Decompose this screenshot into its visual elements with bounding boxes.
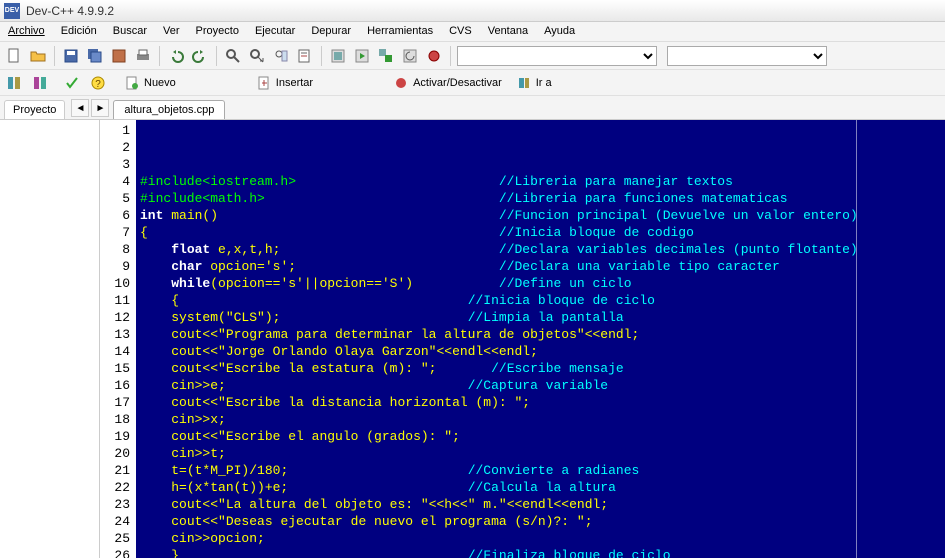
code-line[interactable]: cout<<"Jorge Orlando Olaya Garzon"<<endl… [136, 343, 945, 360]
code-line[interactable]: { //Inicia bloque de ciclo [136, 292, 945, 309]
nav-back-icon[interactable]: ◄ [71, 99, 89, 117]
menu-archivo[interactable]: Archivo [0, 22, 53, 41]
menu-herramientas[interactable]: Herramientas [359, 22, 441, 41]
menu-proyecto[interactable]: Proyecto [188, 22, 247, 41]
code-line[interactable]: cin>>t; [136, 445, 945, 462]
proyecto-tab[interactable]: Proyecto [4, 100, 65, 119]
app-icon: DEV [4, 3, 20, 19]
replace-icon[interactable] [247, 46, 267, 66]
ira-button[interactable]: Ir a [512, 75, 556, 91]
insertar-button[interactable]: Insertar [252, 75, 317, 91]
code-line[interactable]: cin>>x; [136, 411, 945, 428]
margin-line [856, 120, 857, 558]
title-bar: DEV Dev-C++ 4.9.9.2 [0, 0, 945, 22]
save-as-icon[interactable] [109, 46, 129, 66]
menu-ver[interactable]: Ver [155, 22, 188, 41]
tab-row: Proyecto ◄ ► altura_objetos.cpp [0, 96, 945, 120]
activar-button[interactable]: Activar/Desactivar [389, 75, 506, 91]
main-toolbar [0, 42, 945, 70]
code-line[interactable]: cout<<"La altura del objeto es: "<<h<<" … [136, 496, 945, 513]
menu-edición[interactable]: Edición [53, 22, 105, 41]
project-panel [0, 120, 100, 558]
line-gutter: 1234567891011121314151617181920212223242… [100, 120, 136, 558]
code-line[interactable]: #include<math.h> //Libreria para funcion… [136, 190, 945, 207]
toolbar-sep [54, 46, 55, 66]
bookmark2-icon[interactable] [30, 73, 50, 93]
check-icon[interactable] [62, 73, 82, 93]
code-line[interactable]: t=(t*M_PI)/180; //Convierte a radianes [136, 462, 945, 479]
nuevo-label: Nuevo [144, 77, 176, 89]
code-line[interactable]: cout<<"Escribe la estatura (m): "; //Esc… [136, 360, 945, 377]
secondary-toolbar: ? Nuevo Insertar Activar/Desactivar Ir a [0, 70, 945, 96]
code-line[interactable]: char opcion='s'; //Declara una variable … [136, 258, 945, 275]
menu-ejecutar[interactable]: Ejecutar [247, 22, 303, 41]
print-icon[interactable] [133, 46, 153, 66]
code-line[interactable]: int main() //Funcion principal (Devuelve… [136, 207, 945, 224]
find-icon[interactable] [223, 46, 243, 66]
menu-ayuda[interactable]: Ayuda [536, 22, 583, 41]
open-icon[interactable] [28, 46, 48, 66]
config-combo[interactable] [667, 46, 827, 66]
menu-bar: ArchivoEdiciónBuscarVerProyectoEjecutarD… [0, 22, 945, 42]
find-next-icon[interactable] [271, 46, 291, 66]
insertar-label: Insertar [276, 77, 313, 89]
code-line[interactable]: system("CLS"); //Limpia la pantalla [136, 309, 945, 326]
code-line[interactable]: h=(x*tan(t))+e; //Calcula la altura [136, 479, 945, 496]
menu-buscar[interactable]: Buscar [105, 22, 155, 41]
code-line[interactable]: while(opcion=='s'||opcion=='S') //Define… [136, 275, 945, 292]
code-editor[interactable]: 1234567891011121314151617181920212223242… [100, 120, 945, 558]
debug-icon[interactable] [424, 46, 444, 66]
undo-icon[interactable] [166, 46, 186, 66]
code-line[interactable]: cout<<"Escribe la distancia horizontal (… [136, 394, 945, 411]
save-all-icon[interactable] [85, 46, 105, 66]
code-line[interactable]: cout<<"Escribe el angulo (grados): "; [136, 428, 945, 445]
new-file-icon[interactable] [4, 46, 24, 66]
code-area[interactable]: #include<iostream.h> //Libreria para man… [136, 120, 945, 558]
redo-icon[interactable] [190, 46, 210, 66]
code-line[interactable]: cin>>e; //Captura variable [136, 377, 945, 394]
save-icon[interactable] [61, 46, 81, 66]
svg-text:?: ? [95, 79, 101, 90]
run-icon[interactable] [352, 46, 372, 66]
nav-fwd-icon[interactable]: ► [91, 99, 109, 117]
code-line[interactable]: cin>>opcion; [136, 530, 945, 547]
bookmark-icon[interactable] [4, 73, 24, 93]
menu-ventana[interactable]: Ventana [480, 22, 536, 41]
help-icon[interactable]: ? [88, 73, 108, 93]
compile-run-icon[interactable] [376, 46, 396, 66]
toolbar-sep [450, 46, 451, 66]
code-line[interactable]: { //Inicia bloque de codigo [136, 224, 945, 241]
code-line[interactable]: #include<iostream.h> //Libreria para man… [136, 173, 945, 190]
compile-icon[interactable] [328, 46, 348, 66]
menu-cvs[interactable]: CVS [441, 22, 480, 41]
ira-label: Ir a [536, 77, 552, 89]
code-line[interactable]: cout<<"Programa para determinar la altur… [136, 326, 945, 343]
window-title: Dev-C++ 4.9.9.2 [26, 4, 114, 18]
toolbar-sep [321, 46, 322, 66]
toolbar-sep [216, 46, 217, 66]
toolbar-sep [159, 46, 160, 66]
activar-label: Activar/Desactivar [413, 77, 502, 89]
nuevo-button[interactable]: Nuevo [120, 75, 180, 91]
file-tab[interactable]: altura_objetos.cpp [113, 100, 225, 119]
rebuild-icon[interactable] [400, 46, 420, 66]
code-line[interactable]: float e,x,t,h; //Declara variables decim… [136, 241, 945, 258]
menu-depurar[interactable]: Depurar [303, 22, 359, 41]
goto-icon[interactable] [295, 46, 315, 66]
code-line[interactable]: } //Finaliza bloque de ciclo [136, 547, 945, 558]
compiler-combo[interactable] [457, 46, 657, 66]
code-line[interactable]: cout<<"Deseas ejecutar de nuevo el progr… [136, 513, 945, 530]
